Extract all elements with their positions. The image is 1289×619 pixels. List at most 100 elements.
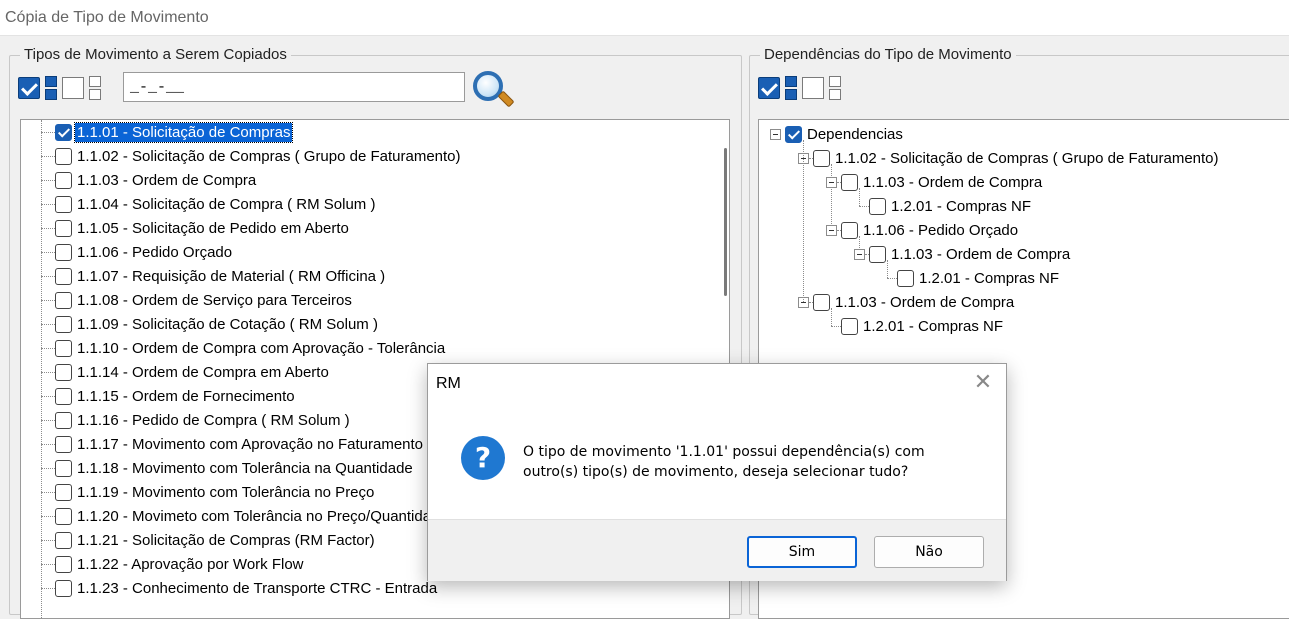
item-checkbox[interactable] bbox=[55, 339, 72, 357]
left-toolbar bbox=[16, 72, 102, 104]
item-label: 1.1.08 - Ordem de Serviço para Terceiros bbox=[77, 291, 352, 309]
tree-item[interactable]: 1.1.08 - Ordem de Serviço para Terceiros bbox=[55, 288, 354, 312]
tree-guide-line bbox=[831, 164, 832, 230]
item-checkbox[interactable] bbox=[55, 531, 72, 549]
item-checkbox[interactable] bbox=[55, 195, 72, 213]
check-children-icon bbox=[785, 76, 797, 100]
item-label: 1.1.05 - Solicitação de Pedido em Aberto bbox=[77, 219, 349, 237]
close-icon[interactable]: ✕ bbox=[971, 371, 995, 395]
collapse-icon[interactable] bbox=[854, 249, 865, 260]
item-checkbox[interactable] bbox=[55, 219, 72, 237]
tree-item[interactable]: 1.1.17 - Movimento com Aprovação no Fatu… bbox=[55, 432, 425, 456]
item-checkbox[interactable] bbox=[55, 579, 72, 597]
item-checkbox[interactable] bbox=[55, 267, 72, 285]
dependency-node[interactable]: 1.2.01 - Compras NF bbox=[897, 266, 1061, 290]
tree-item[interactable]: 1.1.22 - Aprovação por Work Flow bbox=[55, 552, 306, 576]
code-filter-input[interactable]: _-_-__ bbox=[123, 72, 465, 102]
dialog-message-line-1: O tipo de movimento '1.1.01' possui depe… bbox=[523, 444, 925, 460]
tree-item[interactable]: 1.1.10 - Ordem de Compra com Aprovação -… bbox=[55, 336, 447, 360]
collapse-icon[interactable] bbox=[826, 225, 837, 236]
uncheck-children-icon bbox=[89, 76, 101, 100]
tree-guide-line bbox=[41, 372, 55, 373]
node-checkbox[interactable] bbox=[869, 197, 886, 215]
tree-item[interactable]: 1.1.01 - Solicitação de Compras bbox=[55, 120, 294, 144]
uncheck-children-button[interactable] bbox=[88, 74, 102, 102]
tree-item[interactable]: 1.1.05 - Solicitação de Pedido em Aberto bbox=[55, 216, 351, 240]
item-label: 1.1.10 - Ordem de Compra com Aprovação -… bbox=[77, 339, 446, 357]
node-label: 1.1.06 - Pedido Orçado bbox=[863, 221, 1019, 239]
dependency-node[interactable]: 1.1.06 - Pedido Orçado bbox=[841, 218, 1020, 242]
check-all-icon bbox=[18, 77, 40, 99]
check-children-button[interactable] bbox=[44, 74, 58, 102]
dependency-node[interactable]: 1.2.01 - Compras NF bbox=[841, 314, 1005, 338]
dialog-footer: Sim Não bbox=[428, 519, 1006, 581]
dep-uncheck-all-button[interactable] bbox=[800, 74, 826, 102]
item-label: 1.1.21 - Solicitação de Compras (RM Fact… bbox=[77, 531, 375, 549]
question-icon: ? bbox=[461, 436, 505, 480]
scrollbar-thumb[interactable] bbox=[724, 148, 727, 296]
dependency-node[interactable]: 1.2.01 - Compras NF bbox=[869, 194, 1033, 218]
item-checkbox[interactable] bbox=[55, 555, 72, 573]
tree-item[interactable]: 1.1.23 - Conhecimento de Transporte CTRC… bbox=[55, 576, 439, 600]
uncheck-all-icon bbox=[62, 77, 84, 99]
item-checkbox[interactable] bbox=[55, 387, 72, 405]
item-label: 1.1.02 - Solicitação de Compras ( Grupo … bbox=[77, 147, 461, 165]
tree-item[interactable]: 1.1.19 - Movimento com Tolerância no Pre… bbox=[55, 480, 376, 504]
collapse-icon[interactable] bbox=[770, 129, 781, 140]
dep-check-all-button[interactable] bbox=[756, 74, 782, 102]
node-checkbox[interactable] bbox=[869, 245, 886, 263]
yes-button[interactable]: Sim bbox=[747, 536, 857, 568]
dependency-node[interactable]: 1.1.02 - Solicitação de Compras ( Grupo … bbox=[813, 146, 1221, 170]
check-all-button[interactable] bbox=[16, 74, 42, 102]
tree-item[interactable]: 1.1.18 - Movimento com Tolerância na Qua… bbox=[55, 456, 415, 480]
check-all-icon bbox=[758, 77, 780, 99]
tree-item[interactable]: 1.1.04 - Solicitação de Compra ( RM Solu… bbox=[55, 192, 377, 216]
node-checkbox[interactable] bbox=[897, 269, 914, 287]
tree-item[interactable]: 1.1.15 - Ordem de Fornecimento bbox=[55, 384, 297, 408]
tree-item[interactable]: 1.1.09 - Solicitação de Cotação ( RM Sol… bbox=[55, 312, 380, 336]
item-checkbox[interactable] bbox=[55, 507, 72, 525]
item-checkbox[interactable] bbox=[55, 363, 72, 381]
item-checkbox[interactable] bbox=[55, 411, 72, 429]
no-button[interactable]: Não bbox=[874, 536, 984, 568]
search-button[interactable] bbox=[471, 69, 517, 109]
tree-item[interactable]: 1.1.07 - Requisição de Material ( RM Off… bbox=[55, 264, 387, 288]
node-checkbox[interactable] bbox=[841, 221, 858, 239]
dialog-title: RM bbox=[436, 375, 461, 392]
item-checkbox[interactable] bbox=[55, 459, 72, 477]
dep-check-children-button[interactable] bbox=[784, 74, 798, 102]
tree-guide-line bbox=[41, 324, 55, 325]
item-checkbox[interactable] bbox=[55, 147, 72, 165]
item-checkbox[interactable] bbox=[55, 291, 72, 309]
title-bar: Cópia de Tipo de Movimento bbox=[0, 0, 1289, 36]
item-checkbox[interactable] bbox=[55, 483, 72, 501]
item-label: 1.1.20 - Movimeto com Tolerância no Preç… bbox=[77, 507, 448, 525]
uncheck-all-button[interactable] bbox=[60, 74, 86, 102]
item-checkbox[interactable] bbox=[55, 315, 72, 333]
item-checkbox[interactable] bbox=[55, 243, 72, 261]
item-checkbox[interactable] bbox=[55, 435, 72, 453]
tree-item[interactable]: 1.1.21 - Solicitação de Compras (RM Fact… bbox=[55, 528, 377, 552]
item-checkbox[interactable] bbox=[55, 123, 72, 141]
tree-guide-line bbox=[41, 132, 55, 133]
dep-uncheck-children-button[interactable] bbox=[828, 74, 842, 102]
node-checkbox[interactable] bbox=[813, 149, 830, 167]
tree-item[interactable]: 1.1.16 - Pedido de Compra ( RM Solum ) bbox=[55, 408, 352, 432]
dependency-node[interactable]: 1.1.03 - Ordem de Compra bbox=[841, 170, 1044, 194]
collapse-icon[interactable] bbox=[826, 177, 837, 188]
item-checkbox[interactable] bbox=[55, 171, 72, 189]
copy-movement-type-window: Cópia de Tipo de Movimento Tipos de Movi… bbox=[0, 0, 1289, 619]
dependency-node[interactable]: 1.1.03 - Ordem de Compra bbox=[869, 242, 1072, 266]
tree-item[interactable]: 1.1.20 - Movimeto com Tolerância no Preç… bbox=[55, 504, 450, 528]
dependency-node[interactable]: 1.1.03 - Ordem de Compra bbox=[813, 290, 1016, 314]
tree-item[interactable]: 1.1.03 - Ordem de Compra bbox=[55, 168, 258, 192]
tree-item[interactable]: 1.1.14 - Ordem de Compra em Aberto bbox=[55, 360, 331, 384]
node-checkbox[interactable] bbox=[841, 317, 858, 335]
tree-guide-line bbox=[41, 276, 55, 277]
node-checkbox[interactable] bbox=[841, 173, 858, 191]
node-checkbox[interactable] bbox=[813, 293, 830, 311]
node-checkbox[interactable] bbox=[785, 125, 802, 143]
uncheck-all-icon bbox=[802, 77, 824, 99]
tree-item[interactable]: 1.1.02 - Solicitação de Compras ( Grupo … bbox=[55, 144, 463, 168]
tree-item[interactable]: 1.1.06 - Pedido Orçado bbox=[55, 240, 234, 264]
